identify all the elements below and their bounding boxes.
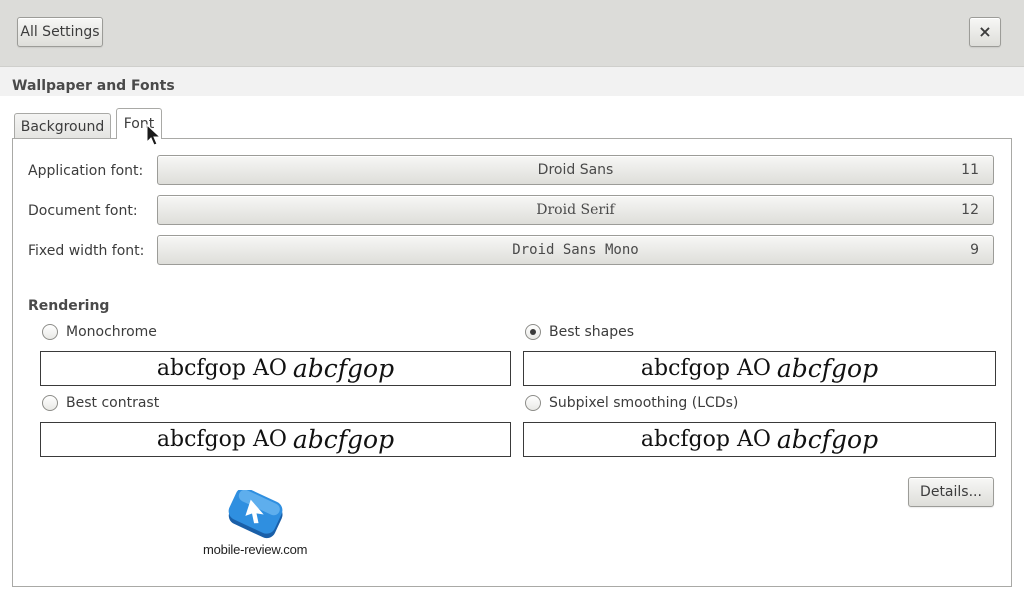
preview-regular-text: abcfgop AO — [640, 427, 771, 452]
preview-italic-text: abcfgop — [776, 354, 879, 383]
best-contrast-label: Best contrast — [66, 395, 160, 411]
best-shapes-radio[interactable] — [525, 324, 541, 340]
document-font-label: Document font: — [28, 203, 138, 219]
all-settings-button[interactable]: All Settings — [17, 17, 103, 47]
document-font-name: Droid Serif — [536, 202, 615, 218]
best-shapes-preview[interactable]: abcfgop AO abcfgop — [523, 351, 996, 386]
best-contrast-preview[interactable]: abcfgop AO abcfgop — [40, 422, 511, 457]
fixed-width-font-size: 9 — [970, 242, 979, 258]
best-shapes-label: Best shapes — [549, 324, 634, 340]
watermark-text: mobile-review.com — [203, 542, 308, 557]
best-contrast-radio[interactable] — [42, 395, 58, 411]
application-font-label: Application font: — [28, 163, 144, 179]
subpixel-smoothing-radio[interactable] — [525, 395, 541, 411]
document-font-size: 12 — [961, 202, 979, 218]
preview-regular-text: abcfgop AO — [640, 356, 771, 381]
page-title: Wallpaper and Fonts — [12, 78, 175, 94]
preview-italic-text: abcfgop — [292, 425, 395, 454]
monochrome-option[interactable]: Monochrome — [42, 324, 157, 340]
monochrome-label: Monochrome — [66, 324, 157, 340]
subpixel-smoothing-option[interactable]: Subpixel smoothing (LCDs) — [525, 395, 738, 411]
close-icon: × — [978, 22, 992, 41]
preview-italic-text: abcfgop — [292, 354, 395, 383]
monochrome-radio[interactable] — [42, 324, 58, 340]
fixed-width-font-label: Fixed width font: — [28, 243, 145, 259]
subpixel-smoothing-label: Subpixel smoothing (LCDs) — [549, 395, 739, 411]
tab-background[interactable]: Background — [14, 113, 111, 140]
rendering-section-title: Rendering — [28, 298, 110, 314]
details-button[interactable]: Details... — [908, 477, 994, 507]
top-bar — [0, 0, 1024, 67]
preview-italic-text: abcfgop — [776, 425, 879, 454]
subpixel-smoothing-preview[interactable]: abcfgop AO abcfgop — [523, 422, 996, 457]
close-button[interactable]: × — [969, 17, 1001, 47]
best-shapes-option[interactable]: Best shapes — [525, 324, 634, 340]
preview-regular-text: abcfgop AO — [156, 427, 287, 452]
application-font-name: Droid Sans — [537, 162, 614, 178]
monochrome-preview[interactable]: abcfgop AO abcfgop — [40, 351, 511, 386]
preview-regular-text: abcfgop AO — [156, 356, 287, 381]
fixed-width-font-name: Droid Sans Mono — [512, 242, 639, 258]
fixed-width-font-button[interactable]: Droid Sans Mono 9 — [157, 235, 994, 265]
application-font-button[interactable]: Droid Sans 11 — [157, 155, 994, 185]
document-font-button[interactable]: Droid Serif 12 — [157, 195, 994, 225]
mouse-cursor-icon — [146, 124, 162, 146]
best-contrast-option[interactable]: Best contrast — [42, 395, 159, 411]
application-font-size: 11 — [961, 162, 979, 178]
